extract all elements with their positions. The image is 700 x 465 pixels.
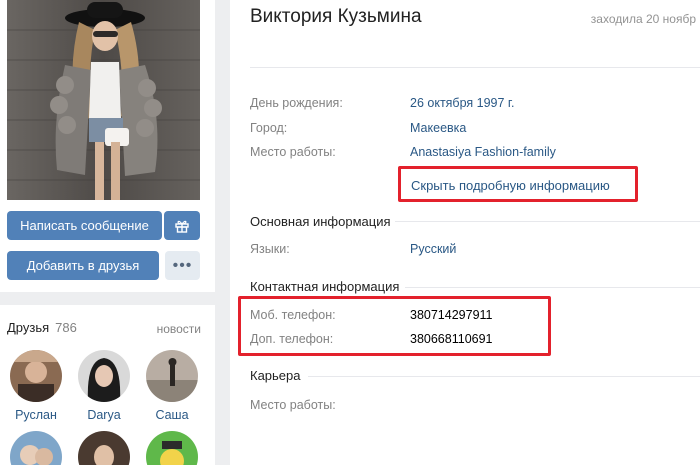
friends-news-link[interactable]: новости: [157, 322, 201, 336]
profile-info: Виктория Кузьмина заходила 20 ноябр День…: [230, 0, 700, 465]
divider: [250, 67, 700, 68]
birthday-value[interactable]: 26 октября 1997 г.: [410, 96, 514, 110]
friends-title: Друзья: [7, 320, 50, 335]
friends-count: 786: [55, 320, 77, 335]
friend-name[interactable]: Саша: [142, 408, 202, 422]
friend-avatar[interactable]: [78, 431, 130, 465]
section-divider: [395, 221, 700, 222]
friend-name[interactable]: Руслан: [6, 408, 66, 422]
section-divider: [308, 376, 700, 377]
section-divider: [405, 287, 700, 288]
friend-item[interactable]: [6, 431, 66, 465]
friends-header[interactable]: Друзья 786: [7, 320, 77, 335]
add-friend-button[interactable]: Добавить в друзья: [7, 251, 159, 280]
work-value[interactable]: Anastasiya Fashion-family: [410, 145, 556, 159]
languages-label: Языки:: [250, 242, 290, 256]
more-actions-button[interactable]: •••: [165, 251, 200, 280]
profile-sidebar: Написать сообщение Добавить в друзья •••: [0, 0, 215, 292]
highlight-box-toggle: [398, 166, 638, 202]
section-title-basic: Основная информация: [250, 214, 391, 229]
last-seen-status: заходила 20 ноябр: [590, 12, 696, 26]
send-gift-button[interactable]: [164, 211, 200, 240]
friend-avatar[interactable]: [10, 350, 62, 402]
city-label: Город:: [250, 121, 288, 135]
work-label: Место работы:: [250, 145, 336, 159]
send-message-button[interactable]: Написать сообщение: [7, 211, 162, 240]
city-value[interactable]: Макеевка: [410, 121, 466, 135]
friends-block: Друзья 786 новости Руслан Darya Саша: [0, 305, 215, 465]
highlight-box-contacts: [238, 296, 551, 356]
friend-item[interactable]: Darya: [74, 350, 134, 422]
friend-avatar[interactable]: [10, 431, 62, 465]
friend-name[interactable]: Darya: [74, 408, 134, 422]
friend-avatar[interactable]: [146, 431, 198, 465]
profile-photo[interactable]: [7, 0, 200, 200]
friend-item[interactable]: Руслан: [6, 350, 66, 422]
friend-item[interactable]: [74, 431, 134, 465]
section-title-contacts: Контактная информация: [250, 279, 400, 294]
friend-avatar[interactable]: [78, 350, 130, 402]
career-work-label: Место работы:: [250, 398, 336, 412]
languages-value[interactable]: Русский: [410, 242, 456, 256]
gift-icon: [175, 220, 189, 233]
friend-avatar[interactable]: [146, 350, 198, 402]
friend-item[interactable]: Саша: [142, 350, 202, 422]
birthday-label: День рождения:: [250, 96, 343, 110]
friend-item[interactable]: [142, 431, 202, 465]
page-title: Виктория Кузьмина: [250, 6, 422, 27]
section-title-career: Карьера: [250, 368, 301, 383]
